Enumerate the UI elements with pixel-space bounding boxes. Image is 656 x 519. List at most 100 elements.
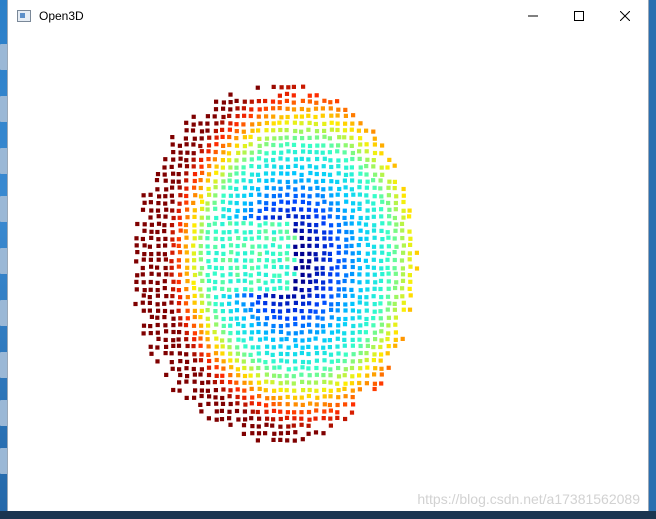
point — [386, 235, 391, 240]
point — [379, 381, 384, 386]
point — [306, 409, 312, 415]
point — [292, 438, 297, 443]
point — [198, 343, 203, 348]
point — [200, 199, 205, 204]
point — [343, 143, 348, 148]
point — [270, 215, 275, 220]
point — [364, 149, 369, 154]
point — [277, 374, 282, 379]
point — [214, 401, 219, 406]
point — [407, 251, 412, 256]
point — [350, 330, 355, 335]
point — [386, 244, 391, 249]
title-bar[interactable]: Open3D — [8, 0, 648, 31]
point — [220, 172, 225, 177]
point — [212, 157, 217, 162]
point — [386, 193, 391, 198]
point — [299, 228, 304, 233]
point — [314, 257, 319, 262]
point — [156, 251, 161, 256]
point — [336, 250, 341, 255]
point — [372, 250, 377, 255]
point — [228, 331, 233, 336]
point — [171, 343, 176, 348]
point — [314, 214, 319, 219]
point — [407, 257, 412, 262]
point — [278, 431, 284, 436]
desktop-shortcut-icon[interactable] — [0, 44, 8, 70]
point — [322, 402, 327, 407]
point — [342, 135, 347, 140]
point — [248, 192, 254, 197]
point — [141, 293, 146, 298]
desktop-shortcut-icon[interactable] — [0, 352, 8, 378]
point — [199, 157, 204, 162]
point — [329, 307, 334, 312]
point — [199, 215, 204, 220]
point — [293, 266, 298, 271]
point — [199, 266, 205, 271]
desktop-shortcut-icon[interactable] — [0, 96, 8, 122]
point — [221, 316, 226, 322]
point — [363, 330, 368, 335]
3d-viewport[interactable]: https://blog.csdn.net/a17381562089 — [8, 31, 648, 511]
point — [205, 244, 210, 249]
point — [372, 136, 377, 141]
desktop-shortcut-icon[interactable] — [0, 148, 8, 174]
minimize-button[interactable] — [510, 0, 556, 31]
point — [278, 136, 283, 141]
point — [141, 308, 146, 313]
point — [205, 178, 210, 183]
desktop-shortcut-icon[interactable] — [0, 400, 8, 426]
desktop-shortcut-icon[interactable] — [0, 196, 8, 222]
point — [242, 99, 247, 104]
point — [271, 157, 276, 163]
point — [278, 229, 283, 234]
point — [192, 185, 197, 190]
point — [257, 286, 262, 291]
point — [250, 431, 255, 436]
point — [343, 250, 349, 255]
point — [183, 244, 188, 249]
maximize-button[interactable] — [556, 0, 602, 31]
point — [314, 365, 319, 371]
point — [329, 294, 334, 299]
point — [199, 352, 204, 357]
desktop-shortcut-icon[interactable] — [0, 300, 8, 326]
point — [301, 149, 306, 154]
point — [357, 185, 362, 190]
point — [142, 200, 147, 205]
point — [329, 179, 334, 184]
point — [285, 265, 290, 270]
point — [219, 266, 224, 271]
point — [386, 286, 391, 291]
point — [292, 257, 297, 263]
point — [257, 258, 262, 263]
point — [277, 401, 282, 407]
point — [371, 178, 376, 183]
point — [284, 120, 289, 125]
point — [349, 287, 354, 292]
point — [228, 165, 233, 170]
point-cloud-canvas[interactable] — [8, 31, 648, 511]
point — [291, 93, 296, 98]
point — [190, 128, 196, 133]
point — [279, 150, 284, 155]
point — [328, 367, 333, 372]
point — [241, 106, 246, 111]
point — [243, 287, 248, 292]
desktop-shortcut-icon[interactable] — [0, 448, 8, 474]
point — [178, 359, 183, 364]
point — [205, 273, 210, 278]
point — [184, 128, 189, 133]
desktop-shortcut-icon[interactable] — [0, 248, 8, 274]
close-button[interactable] — [602, 0, 648, 31]
point — [285, 257, 290, 262]
point — [322, 358, 327, 363]
point — [192, 337, 197, 342]
point — [148, 192, 153, 197]
point — [227, 158, 232, 163]
point — [213, 388, 218, 393]
point — [242, 150, 247, 155]
point — [342, 264, 347, 269]
